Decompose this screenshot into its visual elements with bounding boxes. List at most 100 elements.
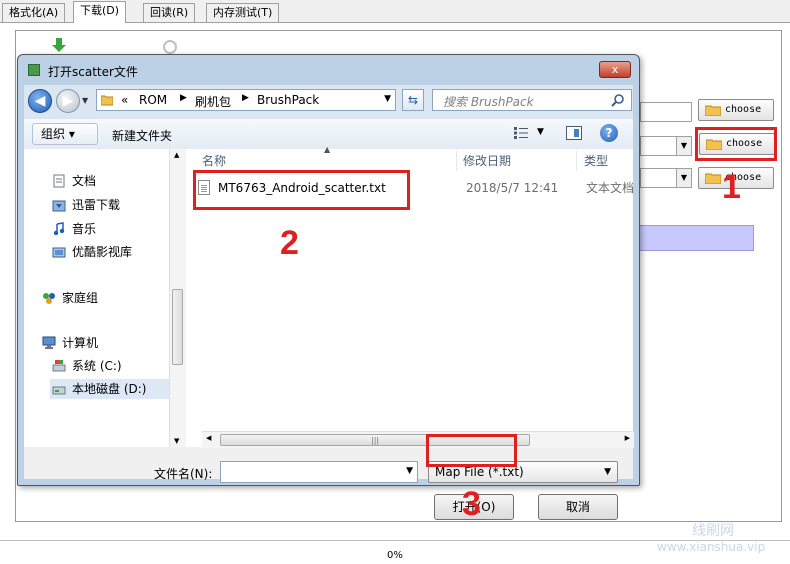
refresh-icon: ⇆ [407,93,419,107]
dialog-body: ◀ ▶ ▼ « ROM ▶ 刷机包 ▶ BrushPack ▼ ⇆ 搜索 Bru… [24,85,635,520]
tab-memory-test[interactable]: 内存测试(T) [206,3,280,22]
sidebar-item-label: 文档 [72,174,97,188]
sidebar-item-drive-c[interactable]: 系统 (C:) [52,356,162,376]
file-type: 文本文档 [586,181,635,195]
drive-d-icon [52,386,66,395]
new-folder-button[interactable]: 新建文件夹 [112,127,172,144]
annotation-box-open [426,434,517,467]
open-scatter-dialog: 打开scatter文件 x ◀ ▶ ▼ « ROM ▶ 刷机包 ▶ BrushP… [17,54,640,520]
sidebar-item-label: 计算机 [62,336,99,350]
scroll-down-icon[interactable]: ▼ [174,437,179,445]
sidebar-item-drive-d[interactable]: 本地磁盘 (D:) [50,379,169,399]
scrollbar-thumb[interactable] [172,289,183,365]
recent-locations-dropdown[interactable]: ▼ [82,96,88,105]
video-library-icon [52,247,66,258]
view-options-icon[interactable] [514,127,528,139]
folder-icon [101,95,113,106]
address-dropdown-icon[interactable]: ▼ [384,94,391,104]
preview-pane-icon[interactable] [566,126,582,140]
documents-icon [53,174,65,188]
address-bar[interactable]: « ROM ▶ 刷机包 ▶ BrushPack ▼ [96,89,396,111]
search-placeholder: 搜索 BrushPack [443,95,534,109]
help-icon[interactable]: ? [600,124,618,142]
download-arrow-icon[interactable] [52,38,66,52]
breadcrumb-separator-icon[interactable]: ▶ [242,93,249,103]
file-modified-date: 2018/5/7 12:41 [466,181,559,195]
watermark-cn: 线刷网 [692,523,734,539]
filename-label: 文件名(N): [154,467,213,481]
cancel-button[interactable]: 取消 [538,494,618,520]
forward-button[interactable]: ▶ [56,89,80,113]
app-tab-bar: 格式化(A) 下载(D) 回读(R) 内存测试(T) [0,0,790,23]
dialog-title: 打开scatter文件 [48,65,138,79]
sidebar-item-label: 家庭组 [62,291,99,305]
forward-arrow-icon: ▶ [62,93,74,109]
breadcrumb-rom[interactable]: ROM [139,93,167,107]
column-separator[interactable] [456,151,457,171]
sidebar-item-label: 迅雷下载 [72,198,121,212]
dialog-app-icon [28,64,40,76]
partition-table-header [620,225,754,251]
sidebar-item-thunder-downloads[interactable]: 迅雷下载 [52,195,162,215]
tab-format[interactable]: 格式化(A) [2,3,66,22]
refresh-button[interactable]: ⇆ [402,89,424,111]
back-button[interactable]: ◀ [28,89,52,113]
scroll-left-icon[interactable]: ◀ [206,434,211,442]
choose-label: choose [725,104,762,115]
sort-ascending-icon: ▲ [324,145,331,154]
file-list-horizontal-scrollbar[interactable]: ◀ ||| ▶ [202,431,634,448]
computer-icon [42,336,56,349]
breadcrumb-separator-icon[interactable]: ▶ [180,93,187,103]
download-folder-icon [52,200,66,212]
file-type-filter-value: Map File (*.txt) [435,465,524,479]
choose-button-da[interactable]: choose [698,99,774,121]
sidebar-item-computer[interactable]: 计算机 [42,333,162,353]
sidebar-item-documents[interactable]: 文档 [52,171,162,191]
scroll-up-icon[interactable]: ▲ [174,151,179,159]
progress-text: 0% [387,550,403,561]
search-input[interactable]: 搜索 BrushPack [432,89,632,111]
annotation-box-file [193,170,410,210]
bg-path-input-3[interactable]: ▼ [640,168,692,188]
organize-button[interactable]: 组织 ▾ [32,123,98,145]
view-options-dropdown-icon[interactable]: ▼ [537,127,544,137]
folder-icon [705,105,721,116]
tab-readback[interactable]: 回读(R) [143,3,196,22]
column-header-modified[interactable]: 修改日期 [463,151,511,171]
filename-input[interactable]: ▼ [220,461,418,483]
navigation-pane-scrollbar[interactable]: ▲ ▼ [169,149,186,447]
sidebar-item-label: 音乐 [72,222,97,236]
column-separator[interactable] [576,151,577,171]
breadcrumb-prefix[interactable]: « [121,93,128,107]
sidebar-item-label: 优酷影视库 [72,245,133,259]
navigation-pane: 文档 迅雷下载 音乐 优酷影视库 家庭组 计算机 系统 (C:) 本地磁盘 (D… [24,149,186,447]
column-header-type[interactable]: 类型 [584,151,608,171]
stop-icon[interactable] [163,40,177,54]
sidebar-item-label: 系统 (C:) [72,359,122,373]
homegroup-icon [43,293,55,304]
organize-label: 组织 ▾ [41,127,75,141]
music-icon [53,222,65,236]
back-arrow-icon: ◀ [34,93,46,109]
navigation-bar: ◀ ▶ ▼ « ROM ▶ 刷机包 ▶ BrushPack ▼ ⇆ 搜索 Bru… [24,85,633,119]
scroll-right-icon[interactable]: ▶ [625,434,630,442]
filename-dropdown-icon[interactable]: ▼ [406,466,413,476]
close-button[interactable]: x [599,61,631,78]
sidebar-item-music[interactable]: 音乐 [52,219,162,239]
bg-path-input-2[interactable]: ▼ [640,136,692,156]
breadcrumb-brushpack[interactable]: BrushPack [257,93,319,107]
bg-path-input-1[interactable] [640,102,692,122]
column-header-name[interactable]: 名称 [202,151,226,171]
annotation-step-2: 2 [280,224,299,262]
sidebar-item-label: 本地磁盘 (D:) [72,382,147,396]
sidebar-item-homegroup[interactable]: 家庭组 [42,288,162,308]
tab-download[interactable]: 下载(D) [73,1,127,23]
sidebar-item-youku-library[interactable]: 优酷影视库 [52,242,162,262]
annotation-step-3: 3 [462,485,481,523]
annotation-box-choose [695,127,777,161]
folder-icon [705,173,721,184]
breadcrumb-flash-package[interactable]: 刷机包 [195,93,231,110]
drive-c-icon [52,360,66,372]
watermark-url: www.xianshua.vip [657,540,766,554]
search-icon[interactable] [611,93,625,107]
